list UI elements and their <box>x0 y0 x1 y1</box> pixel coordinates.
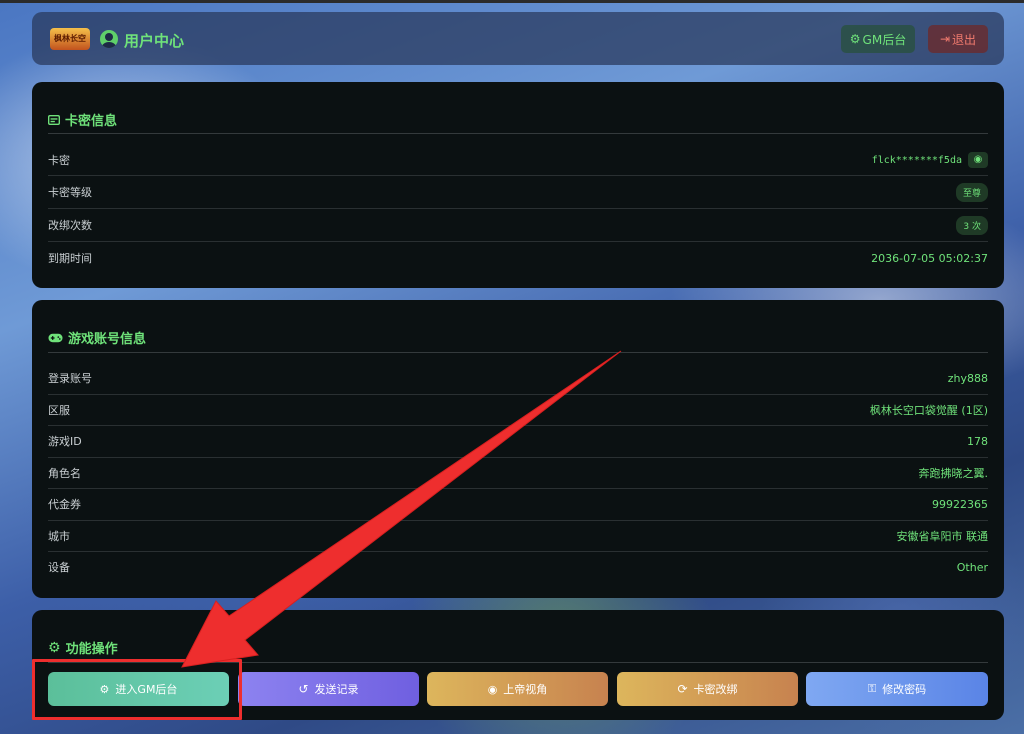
card-info-title: 卡密信息 <box>65 114 118 129</box>
divider <box>48 551 988 552</box>
expire-time-row: 到期时间 2036-07-05 05:02:37 <box>48 248 988 268</box>
change-password-label: 修改密码 <box>882 683 927 696</box>
divider <box>48 488 988 489</box>
logout-button-label: 退出 <box>952 32 977 47</box>
server-row: 区服 枫林长空口袋觉醒 (1区) <box>48 400 988 420</box>
site-logo[interactable]: 枫林长空 <box>50 28 90 50</box>
server-label: 区服 <box>48 404 70 417</box>
expire-time-label: 到期时间 <box>48 252 92 265</box>
gear-icon: ⚙ <box>48 639 61 656</box>
card-key-row: 卡密 flck*******f5da ◉ <box>48 150 988 170</box>
eye-icon: ◉ <box>487 682 498 696</box>
divider <box>48 133 988 134</box>
device-value: Other <box>956 560 988 574</box>
character-name-label: 角色名 <box>48 467 81 480</box>
history-icon: ↺ <box>298 682 309 696</box>
divider <box>48 352 988 353</box>
key-icon: ⚿ <box>867 682 877 695</box>
divider <box>48 457 988 458</box>
top-border <box>0 0 1024 3</box>
character-name-row: 角色名 奔跑拂晓之翼. <box>48 463 988 483</box>
gears-icon: ⚙ <box>849 32 861 46</box>
card-level-badge: 至尊 <box>955 182 988 202</box>
card-level-label: 卡密等级 <box>48 186 92 199</box>
divider <box>48 394 988 395</box>
card-rebind-label: 卡密改绑 <box>693 683 738 696</box>
divider <box>48 241 988 242</box>
divider <box>48 425 988 426</box>
game-id-row: 游戏ID 178 <box>48 431 988 451</box>
divider <box>48 175 988 176</box>
gm-backend-button-label: GM后台 <box>862 32 907 47</box>
gamepad-icon <box>48 333 63 342</box>
actions-title: 功能操作 <box>65 642 118 657</box>
actions-heading: ⚙ 功能操作 <box>48 638 118 658</box>
card-key-value: flck*******f5da <box>871 154 962 166</box>
voucher-value: 99922365 <box>932 497 988 511</box>
server-value: 枫林长空口袋觉醒 (1区) <box>869 404 988 417</box>
logout-button[interactable]: ⇥ 退出 <box>928 25 988 53</box>
send-records-button[interactable]: ↺ 发送记录 <box>238 672 419 706</box>
card-info-panel: 卡密信息 卡密 flck*******f5da ◉ 卡密等级 至尊 改绑次数 3… <box>32 82 1004 288</box>
login-account-label: 登录账号 <box>48 372 92 385</box>
rebind-count-label: 改绑次数 <box>48 219 92 232</box>
rebind-count-row: 改绑次数 3 次 <box>48 215 988 235</box>
send-records-label: 发送记录 <box>314 683 359 696</box>
card-rebind-button[interactable]: ⟳ 卡密改绑 <box>617 672 798 706</box>
card-key-label: 卡密 <box>48 154 70 167</box>
login-account-row: 登录账号 zhy888 <box>48 368 988 388</box>
expire-time-value: 2036-07-05 05:02:37 <box>871 251 988 265</box>
change-password-button[interactable]: ⚿ 修改密码 <box>806 672 988 706</box>
god-view-label: 上帝视角 <box>503 683 548 696</box>
city-value: 安徽省阜阳市 联通 <box>896 530 989 543</box>
city-label: 城市 <box>48 530 70 543</box>
annotation-highlight-box <box>32 659 242 720</box>
game-account-panel: 游戏账号信息 登录账号 zhy888 区服 枫林长空口袋觉醒 (1区) 游戏ID… <box>32 300 1004 598</box>
reveal-key-eye-icon[interactable]: ◉ <box>968 152 988 168</box>
sync-icon: ⟳ <box>677 682 688 696</box>
card-level-row: 卡密等级 至尊 <box>48 182 988 202</box>
divider <box>48 208 988 209</box>
character-name-value: 奔跑拂晓之翼. <box>918 467 989 480</box>
page-title: 用户中心 <box>124 32 185 50</box>
game-id-label: 游戏ID <box>48 435 82 448</box>
voucher-row: 代金券 99922365 <box>48 494 988 514</box>
game-id-value: 178 <box>967 434 988 448</box>
god-view-button[interactable]: ◉ 上帝视角 <box>427 672 608 706</box>
user-circle-icon <box>100 30 118 48</box>
game-account-title: 游戏账号信息 <box>68 332 147 347</box>
id-card-icon <box>48 114 60 125</box>
city-row: 城市 安徽省阜阳市 联通 <box>48 526 988 546</box>
rebind-count-badge: 3 次 <box>956 215 988 235</box>
voucher-label: 代金券 <box>48 498 81 511</box>
gm-backend-button[interactable]: ⚙ GM后台 <box>841 25 915 53</box>
device-label: 设备 <box>48 561 70 574</box>
divider <box>48 520 988 521</box>
sign-out-icon: ⇥ <box>939 32 951 46</box>
card-info-heading: 卡密信息 <box>48 110 117 129</box>
game-account-heading: 游戏账号信息 <box>48 328 146 347</box>
login-account-value: zhy888 <box>947 371 988 385</box>
device-row: 设备 Other <box>48 557 988 577</box>
